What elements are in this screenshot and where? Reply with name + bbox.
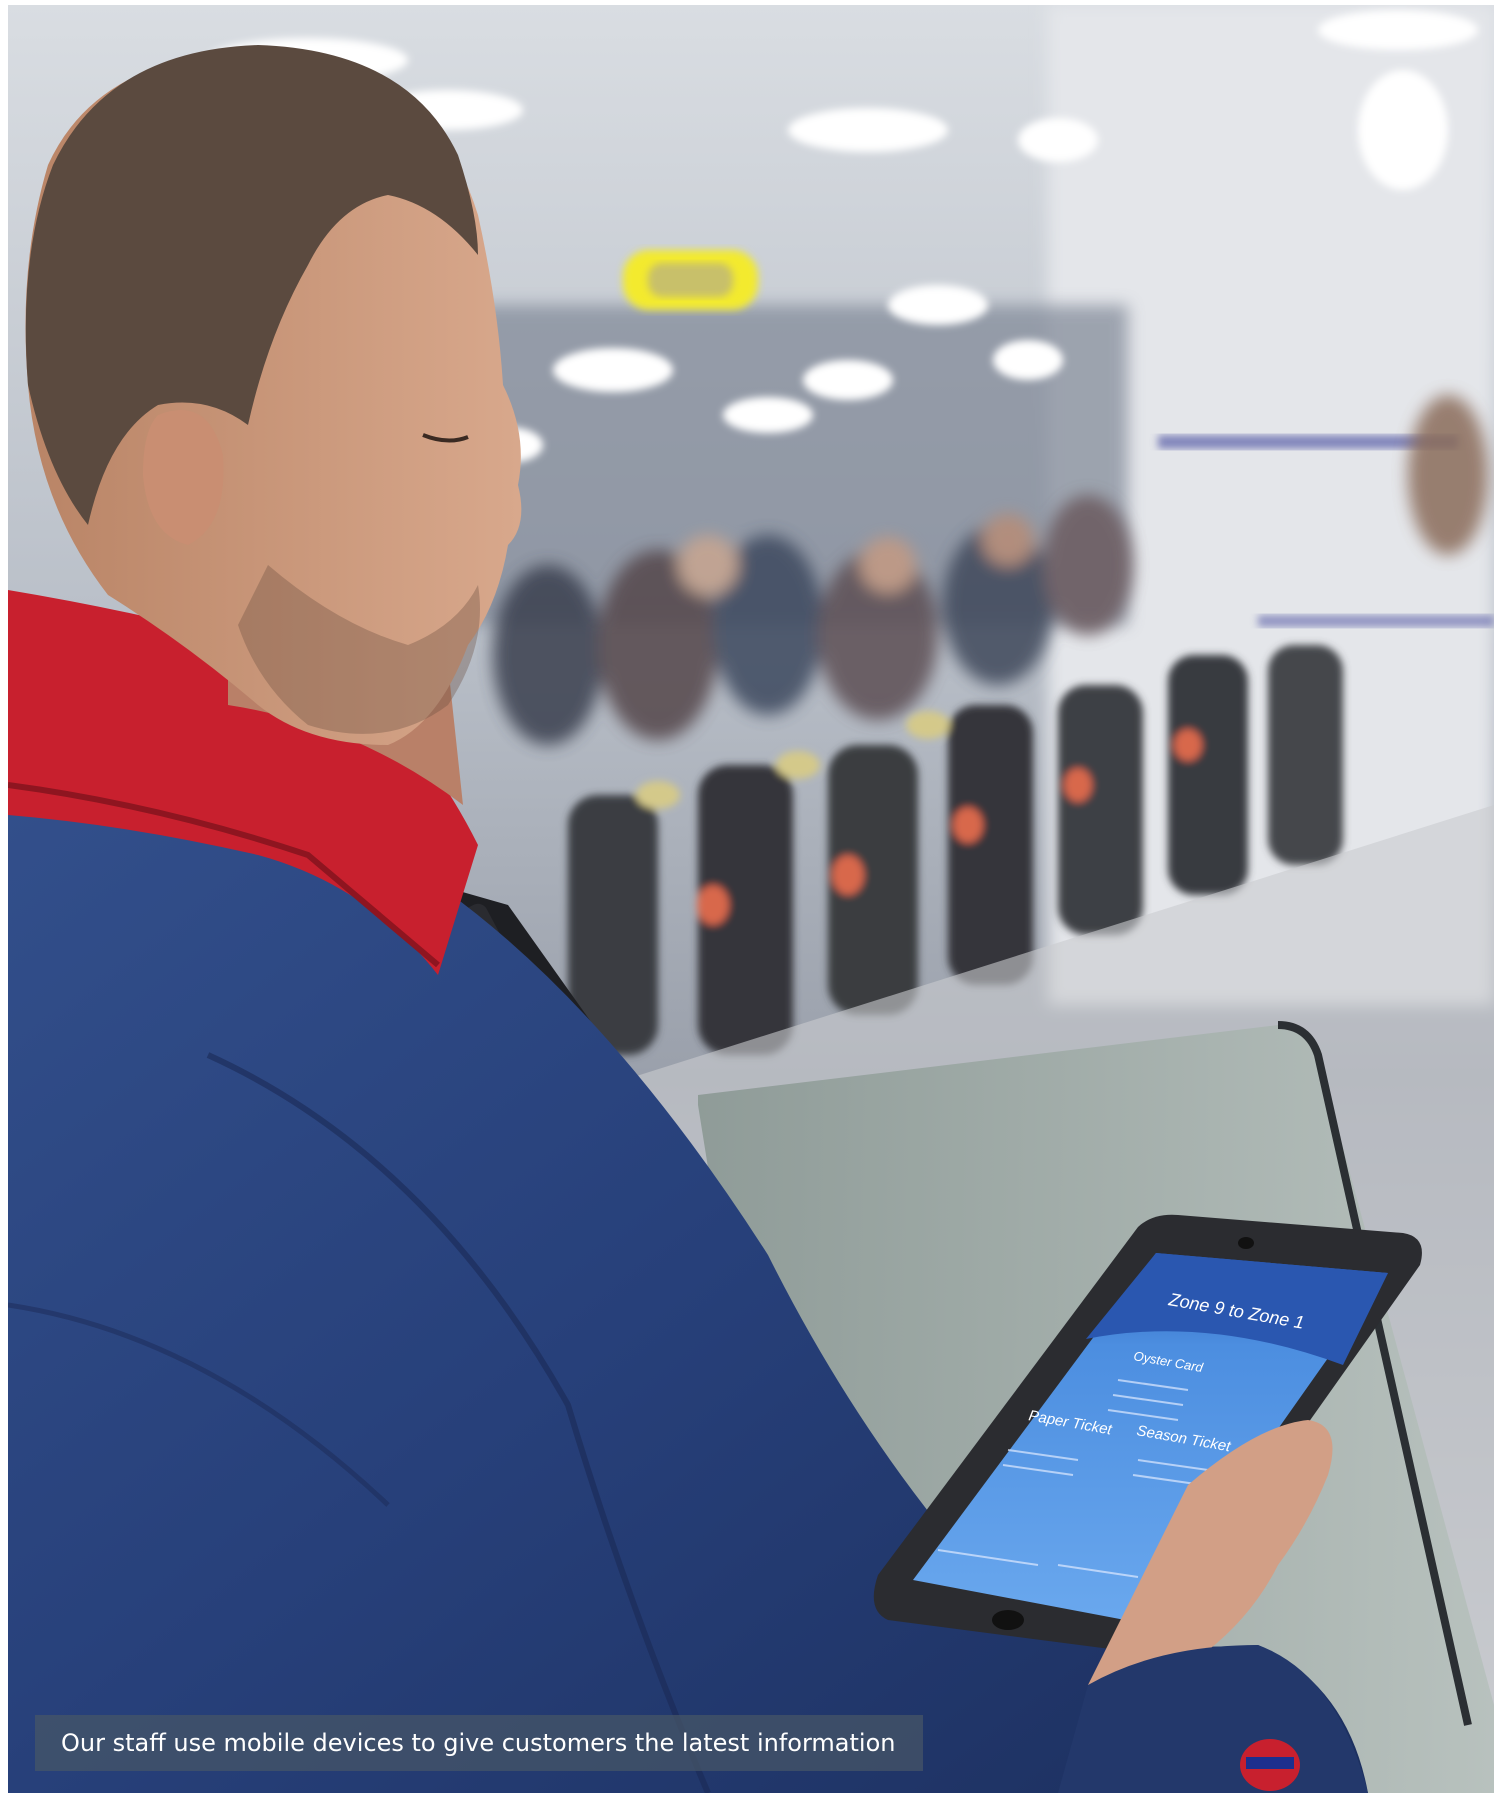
station-photo: Zone 9 to Zone 1 Oyster Card Paper Ticke… xyxy=(8,5,1494,1793)
photo-caption: Our staff use mobile devices to give cus… xyxy=(35,1715,923,1771)
page: Zone 9 to Zone 1 Oyster Card Paper Ticke… xyxy=(0,0,1494,1793)
station-photo-svg: Zone 9 to Zone 1 Oyster Card Paper Ticke… xyxy=(8,5,1494,1793)
